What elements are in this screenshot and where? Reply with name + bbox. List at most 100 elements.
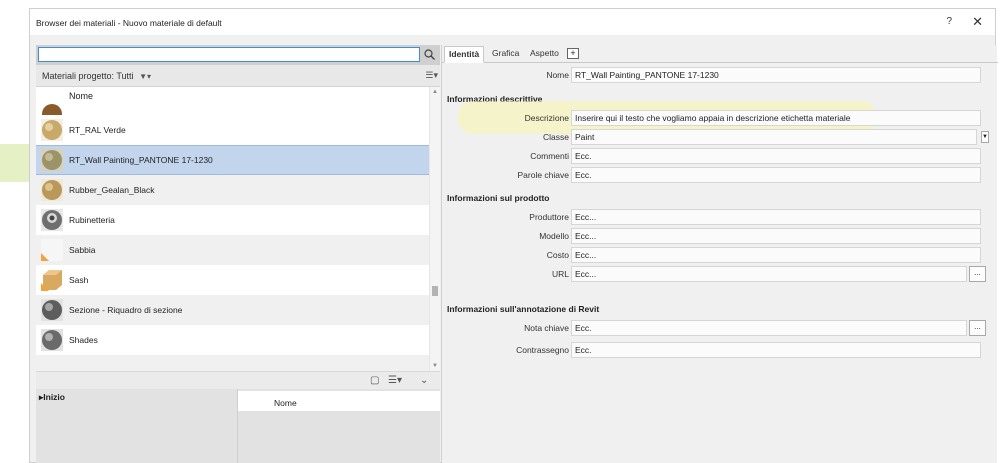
model-row: Modello Ecc... xyxy=(442,228,998,244)
class-select[interactable]: Paint xyxy=(571,129,977,145)
library-pane: ▸Inizio Nome xyxy=(36,389,440,463)
project-materials-filter[interactable]: Materiali progetto: Tutti ▼▾ xyxy=(42,71,151,81)
window-title: Browser dei materiali - Nuovo materiale … xyxy=(36,18,222,28)
title-bar: Browser dei materiali - Nuovo materiale … xyxy=(30,9,995,35)
name-field[interactable]: RT_Wall Painting_PANTONE 17-1230 xyxy=(571,67,981,83)
cost-row: Costo Ecc... xyxy=(442,247,998,263)
material-browser-window: Browser dei materiali - Nuovo materiale … xyxy=(29,8,998,463)
list-item[interactable]: Sezione - Riquadro di sezione xyxy=(36,295,429,325)
list-item[interactable] xyxy=(36,355,429,371)
search-icon[interactable] xyxy=(423,48,436,61)
library-tree: ▸Inizio xyxy=(36,389,238,463)
scroll-down-icon[interactable]: ▼ xyxy=(432,363,438,369)
section-product-info: Informazioni sul prodotto xyxy=(447,193,550,203)
material-name: Sabbia xyxy=(69,245,96,255)
manufacturer-row: Produttore Ecc... xyxy=(442,209,998,225)
property-tabs: Identità Grafica Aspetto + xyxy=(442,45,998,63)
material-name: RT_Wall Painting_PANTONE 17-1230 xyxy=(69,155,213,165)
list-item[interactable]: Sabbia xyxy=(36,235,429,265)
library-panel-icon[interactable]: ▢ xyxy=(370,375,379,386)
column-header-name[interactable]: Nome xyxy=(69,91,93,101)
comments-label: Commenti xyxy=(530,151,569,161)
library-view-options-icon[interactable]: ☰▾ xyxy=(388,375,402,386)
material-name: Shades xyxy=(69,335,98,345)
library-toolbar: ▢ ☰▾ ⌄ xyxy=(36,371,440,389)
material-name: RT_RAL Verde xyxy=(69,125,126,135)
section-revit-annotation: Informazioni sull'annotazione di Revit xyxy=(447,304,600,314)
library-tree-home[interactable]: ▸Inizio xyxy=(39,392,65,403)
name-row: Nome RT_Wall Painting_PANTONE 17-1230 xyxy=(442,67,998,83)
cost-label: Costo xyxy=(546,250,569,260)
search-input[interactable] xyxy=(38,47,420,62)
chevron-down-icon[interactable]: ▼ xyxy=(981,131,989,143)
filter-label: Materiali progetto: Tutti xyxy=(42,71,134,81)
materials-list: Nome RT_RAL Verde RT_Wall Painting_PANTO… xyxy=(36,87,440,371)
description-row: Descrizione Inserire qui il testo che vo… xyxy=(442,110,998,126)
model-label: Modello xyxy=(539,231,569,241)
tab-identity[interactable]: Identità xyxy=(444,46,485,63)
tab-appearance[interactable]: Aspetto xyxy=(530,48,559,58)
list-item-selected[interactable]: RT_Wall Painting_PANTONE 17-1230 xyxy=(36,145,429,175)
close-button[interactable]: ✕ xyxy=(972,14,983,30)
material-thumbnail xyxy=(41,119,63,141)
properties-panel: Identità Grafica Aspetto + Nome RT_Wall … xyxy=(441,45,998,463)
keywords-row: Parole chiave Ecc. xyxy=(442,167,998,183)
url-label: URL xyxy=(551,269,569,279)
list-item[interactable] xyxy=(36,101,429,115)
material-thumbnail xyxy=(41,239,63,261)
material-thumbnail xyxy=(41,329,63,351)
keynote-row: Nota chiave Ecc. ... xyxy=(442,320,998,336)
keywords-label: Parole chiave xyxy=(517,170,569,180)
class-row: Classe Paint ▼ xyxy=(442,129,998,145)
model-field[interactable]: Ecc... xyxy=(571,228,981,244)
list-item[interactable]: Rubinetteria xyxy=(36,205,429,235)
list-item[interactable]: Rubber_Gealan_Black xyxy=(36,175,429,205)
description-label: Descrizione xyxy=(524,113,569,123)
library-content: Nome xyxy=(238,389,440,463)
url-field[interactable]: Ecc... xyxy=(571,266,967,282)
mark-row: Contrassegno Ecc. xyxy=(442,342,998,358)
list-view-options-icon[interactable]: ☰▾ xyxy=(425,70,438,81)
material-thumbnail xyxy=(41,149,63,171)
filter-bar: Materiali progetto: Tutti ▼▾ ☰▾ xyxy=(36,65,440,87)
mark-field[interactable]: Ecc. xyxy=(571,342,981,358)
comments-field[interactable]: Ecc. xyxy=(571,148,981,164)
scrollbar-thumb[interactable] xyxy=(432,286,438,296)
tab-graphics[interactable]: Grafica xyxy=(492,48,519,58)
keywords-field[interactable]: Ecc. xyxy=(571,167,981,183)
url-row: URL Ecc... ... xyxy=(442,266,998,282)
scroll-up-icon[interactable]: ▲ xyxy=(432,89,438,95)
material-thumbnail xyxy=(41,209,63,231)
class-label: Classe xyxy=(543,132,569,142)
list-scrollbar[interactable]: ▲ ▼ xyxy=(429,87,440,371)
search-bar xyxy=(36,45,440,65)
keynote-field[interactable]: Ecc. xyxy=(571,320,967,336)
keynote-browse-button[interactable]: ... xyxy=(969,320,986,336)
list-item[interactable]: RT_RAL Verde xyxy=(36,115,429,145)
description-field[interactable]: Inserire qui il testo che vogliamo appai… xyxy=(571,110,981,126)
material-name: Sezione - Riquadro di sezione xyxy=(69,305,183,315)
list-item[interactable]: Shades xyxy=(36,325,429,355)
material-thumbnail xyxy=(41,179,63,201)
filter-funnel-icon: ▼▾ xyxy=(139,72,151,81)
list-item[interactable]: Sash xyxy=(36,265,429,295)
add-asset-button[interactable]: + xyxy=(567,48,579,59)
url-browse-button[interactable]: ... xyxy=(969,266,986,282)
mark-label: Contrassegno xyxy=(516,345,569,355)
collapse-chevron-icon[interactable]: ⌄ xyxy=(420,375,428,386)
library-column-header: Nome xyxy=(238,391,440,411)
library-column-name[interactable]: Nome xyxy=(274,398,297,408)
material-name: Rubber_Gealan_Black xyxy=(69,185,155,195)
material-name: Sash xyxy=(69,275,89,285)
material-thumbnail xyxy=(41,269,63,291)
material-name: Rubinetteria xyxy=(69,215,115,225)
keynote-label: Nota chiave xyxy=(524,323,569,333)
help-button[interactable]: ? xyxy=(946,16,952,27)
manufacturer-field[interactable]: Ecc... xyxy=(571,209,981,225)
comments-row: Commenti Ecc. xyxy=(442,148,998,164)
materials-panel: Materiali progetto: Tutti ▼▾ ☰▾ Nome RT_… xyxy=(36,45,440,463)
list-header: Nome xyxy=(36,87,429,101)
name-label: Nome xyxy=(546,70,569,80)
cost-field[interactable]: Ecc... xyxy=(571,247,981,263)
section-descriptive-info: Informazioni descrittive xyxy=(447,94,543,104)
